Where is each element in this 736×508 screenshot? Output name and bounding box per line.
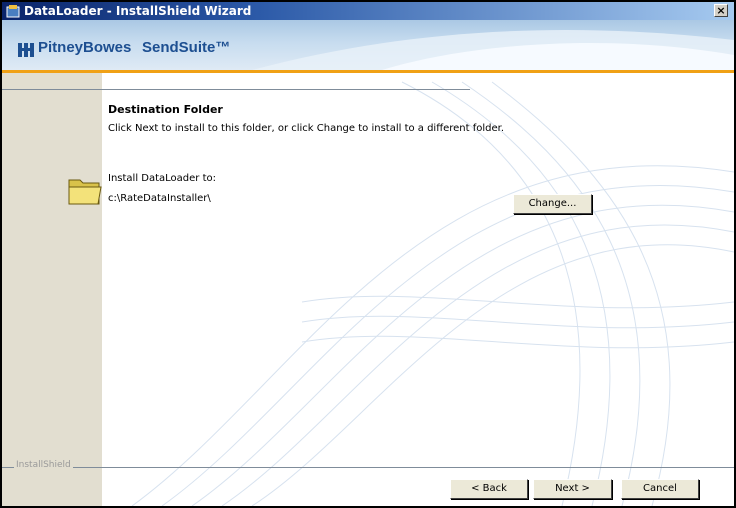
installshield-branding: InstallShield (14, 460, 73, 470)
folder-icon (68, 179, 102, 205)
close-icon: × (716, 4, 726, 17)
next-button[interactable]: Next > (533, 479, 612, 499)
footer-divider (2, 467, 734, 468)
title-bar[interactable]: DataLoader - InstallShield Wizard × (2, 2, 734, 20)
installer-window: DataLoader - InstallShield Wizard × Pitn… (0, 0, 736, 508)
background-wave-art (131, 81, 734, 506)
install-location-label: Install DataLoader to: (108, 173, 216, 184)
brand-banner: PitneyBowes SendSuite™ (2, 20, 734, 70)
brand-name: PitneyBowes (38, 39, 132, 56)
change-button[interactable]: Change... (513, 194, 592, 214)
banner-accent-rule (2, 70, 734, 73)
back-button[interactable]: < Back (450, 479, 528, 499)
header-divider (2, 89, 470, 90)
left-side-band (2, 73, 102, 506)
page-description: Click Next to install to this folder, or… (108, 123, 505, 134)
page-title: Destination Folder (108, 103, 223, 116)
installer-icon (6, 5, 20, 18)
window-title: DataLoader - InstallShield Wizard (24, 4, 252, 18)
install-path-value: c:\RateDataInstaller\ (108, 193, 211, 204)
close-button[interactable]: × (714, 4, 728, 17)
cancel-button[interactable]: Cancel (621, 479, 699, 499)
product-name: SendSuite™ (142, 39, 231, 56)
pitney-bowes-logo-icon (18, 43, 34, 57)
